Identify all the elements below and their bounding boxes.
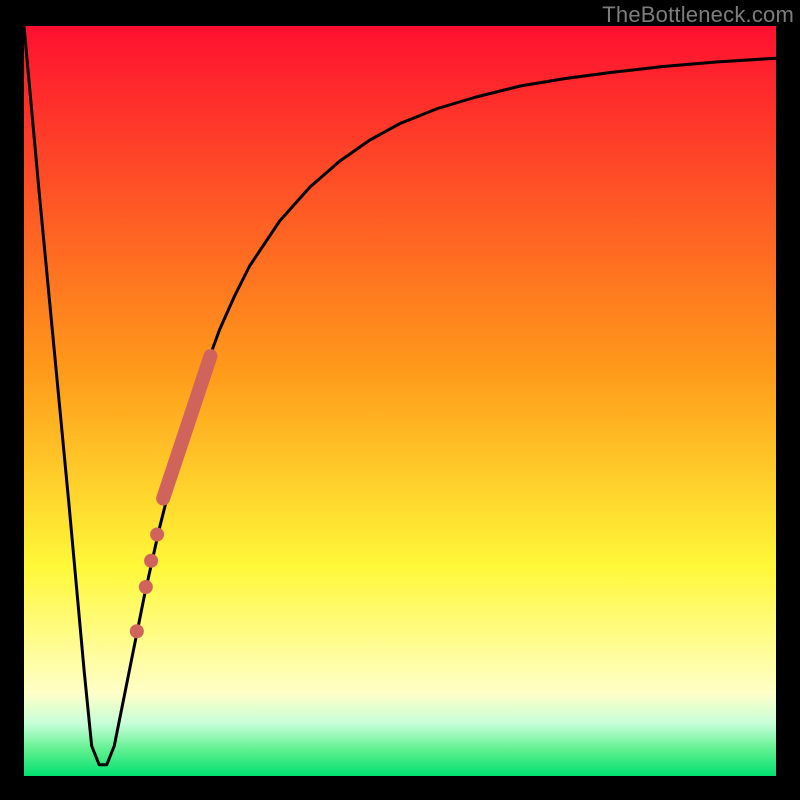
watermark-text: TheBottleneck.com [602, 2, 794, 28]
highlight-dot [144, 554, 158, 568]
highlight-dot [130, 624, 144, 638]
highlight-dot [150, 528, 164, 542]
highlight-dot [139, 580, 153, 594]
plot-area [24, 26, 776, 776]
chart-svg [0, 0, 800, 800]
